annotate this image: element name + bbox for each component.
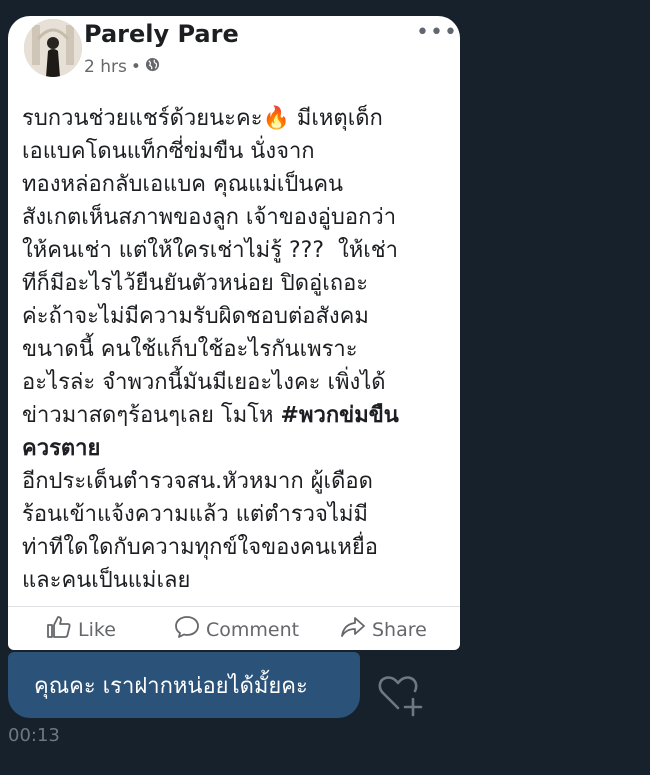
post-body: รบกวนช่วยแชร์ด้วยนะคะ🔥 มีเหตุเด็ก เอแบคโ… — [22, 102, 452, 597]
post-line: ค่ะถ้าจะไม่มีความรับผิดชอบต่อสังคม — [22, 304, 369, 329]
more-options-icon[interactable]: ••• — [416, 20, 458, 45]
post-line: และคนเป็นแม่เลย — [22, 568, 191, 593]
post-line: ร้อนเข้าแจ้งความแล้ว แต่ตำรวจไม่มี — [22, 502, 368, 527]
post-line: ทีก็มีอะไรไว้ยืนยันตัวหน่อย ปิดอู่เถอะ — [22, 271, 369, 296]
post-author-name[interactable]: Parely Pare — [84, 20, 239, 48]
globe-icon — [145, 57, 160, 77]
post-line: ให้คนเช่า แต่ให้ใครเช่าไม่รู้ ??? ให้เช่… — [22, 238, 399, 263]
post-line: เอแบคโดนแท็กซี่ข่มขืน นั่งจาก — [22, 139, 315, 164]
post-line: ข่าวมาสดๆร้อนๆเลย โมโห — [22, 403, 281, 428]
hashtag-link[interactable]: #พวกข่มขืน — [281, 403, 399, 428]
add-reaction-heart-icon[interactable] — [376, 672, 424, 718]
post-line: อะไรล่ะ จำพวกนี้มันมีเยอะไงคะ เพิ่งได้ — [22, 370, 386, 395]
hashtag-link-continued[interactable]: ควรตาย — [22, 436, 100, 461]
comment-bubble-icon — [174, 615, 200, 644]
comment-button[interactable]: Comment — [174, 615, 299, 644]
post-line: รบกวนช่วยแชร์ด้วยนะคะ🔥 มีเหตุเด็ก — [22, 106, 383, 131]
comment-label: Comment — [206, 618, 300, 641]
author-avatar[interactable] — [24, 19, 82, 77]
post-line: อีกประเด็นตำรวจสน.หัวหมาก ผู้เดือด — [22, 469, 373, 494]
post-time[interactable]: 2 hrs — [84, 57, 127, 77]
share-arrow-icon — [340, 615, 366, 644]
like-button[interactable]: Like — [46, 615, 116, 644]
share-label: Share — [372, 618, 427, 641]
thumbs-up-icon — [46, 615, 72, 644]
reply-message-text: คุณคะ เราฝากหน่อยได้มั้ยคะ — [34, 673, 308, 699]
post-meta: 2 hrs • — [84, 57, 160, 77]
share-button[interactable]: Share — [340, 615, 427, 644]
post-line: ทองหล่อกลับเอแบค คุณแม่เป็นคน — [22, 172, 344, 197]
post-line: ท่าทีใดใดกับความทุกข์ใจของคนเหยื่อ — [22, 535, 378, 560]
like-label: Like — [78, 618, 116, 641]
post-line: สังเกตเห็นสภาพของลูก เจ้าของอู่บอกว่า — [22, 205, 397, 230]
post-action-bar: Like Comment Share — [8, 606, 460, 650]
message-timestamp: 00:13 — [8, 725, 60, 746]
shared-post-screenshot: Parely Pare 2 hrs • ••• รบกวนช่วยแชร์ด้ว… — [8, 16, 460, 650]
post-line: ขนาดนี้ คนใช้แก็บใช้อะไรกันเพราะ — [22, 337, 358, 362]
reply-message-bubble[interactable]: คุณคะ เราฝากหน่อยได้มั้ยคะ — [8, 652, 360, 718]
meta-separator: • — [130, 57, 141, 77]
